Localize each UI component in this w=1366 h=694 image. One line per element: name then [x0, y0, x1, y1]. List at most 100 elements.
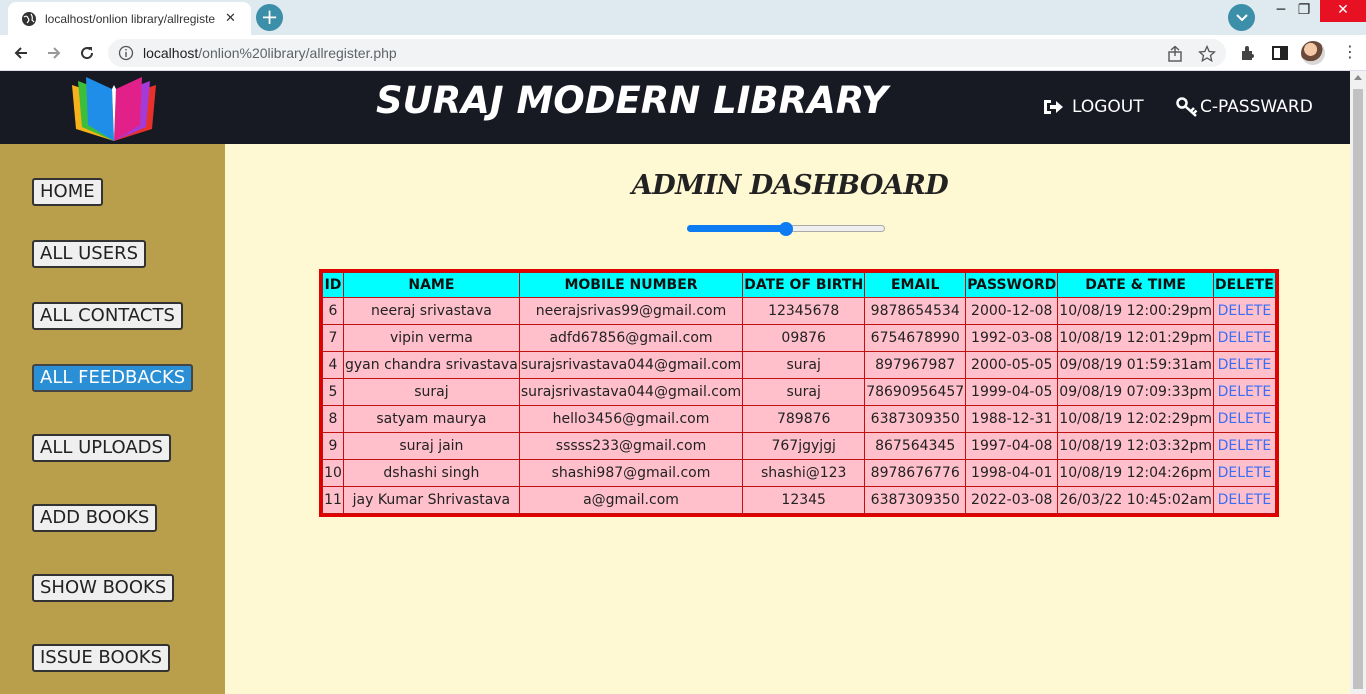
cell-password: 1998-04-01 — [965, 459, 1059, 487]
menu-icon[interactable]: ⋮ — [1342, 42, 1358, 61]
sidebar-item-home[interactable]: HOME — [32, 178, 103, 206]
table-row: 4 gyan chandra srivastava surajsrivastav… — [322, 351, 1276, 379]
cell-email: 6387309350 — [864, 405, 967, 433]
sidebar-item-all-feedbacks[interactable]: ALL FEEDBACKS — [32, 364, 194, 392]
cell-name: jay Kumar Shrivastava — [343, 486, 520, 514]
sidebar-item-all-users[interactable]: ALL USERS — [32, 240, 146, 268]
cell-email: 78690956457 — [864, 378, 967, 406]
main-content: ADMIN DASHBOARD ID NAME MOBILE NUMBER DA… — [225, 144, 1350, 694]
cell-name: gyan chandra srivastava — [343, 351, 520, 379]
reload-icon[interactable] — [74, 40, 100, 66]
cell-datetime: 26/03/22 10:45:02am — [1057, 486, 1215, 514]
key-icon — [1176, 97, 1198, 117]
delete-link[interactable]: DELETE — [1218, 357, 1272, 373]
cell-delete: DELETE — [1213, 459, 1276, 487]
cell-email: 867564345 — [864, 432, 967, 460]
cell-delete: DELETE — [1213, 297, 1276, 325]
avatar[interactable] — [1301, 41, 1325, 65]
delete-link[interactable]: DELETE — [1218, 384, 1272, 400]
star-icon[interactable] — [1198, 45, 1216, 63]
info-icon[interactable] — [118, 45, 134, 61]
scroll-up-icon[interactable] — [1354, 75, 1362, 80]
cell-id: 9 — [322, 432, 344, 460]
tab-title: localhost/onlion library/allregiste — [45, 11, 216, 26]
cell-datetime: 10/08/19 12:00:29pm — [1057, 297, 1215, 325]
cell-delete: DELETE — [1213, 378, 1276, 406]
slider-fill — [687, 225, 786, 232]
book-logo-icon — [72, 77, 156, 141]
forward-arrow-icon[interactable] — [41, 40, 67, 66]
cell-name: dshashi singh — [343, 459, 520, 487]
cell-delete: DELETE — [1213, 432, 1276, 460]
delete-link[interactable]: DELETE — [1218, 492, 1272, 508]
cell-id: 5 — [322, 378, 344, 406]
cell-dob: suraj — [742, 378, 866, 406]
cell-name: suraj jain — [343, 432, 520, 460]
column-header: DATE & TIME — [1057, 272, 1215, 298]
scrollbar-thumb[interactable] — [1353, 89, 1363, 689]
cell-password: 1999-04-05 — [965, 378, 1059, 406]
sidebar-item-all-uploads[interactable]: ALL UPLOADS — [32, 434, 171, 462]
cell-dob: shashi@123 — [742, 459, 866, 487]
cell-datetime: 10/08/19 12:04:26pm — [1057, 459, 1215, 487]
sidebar-item-all-contacts[interactable]: ALL CONTACTS — [32, 302, 183, 330]
column-header: PASSWORD — [965, 272, 1059, 298]
site-header: SURAJ MODERN LIBRARY LOGOUT C-PASSWARD — [0, 71, 1350, 144]
cell-email: 6754678990 — [864, 324, 967, 352]
vertical-scrollbar[interactable] — [1350, 71, 1366, 694]
page-title: ADMIN DASHBOARD — [631, 170, 949, 201]
delete-link[interactable]: DELETE — [1218, 465, 1272, 481]
new-tab-button[interactable]: + — [256, 4, 283, 31]
browser-tab[interactable]: localhost/onlion library/allregiste ✕ — [8, 2, 251, 35]
logout-link[interactable]: LOGOUT — [1042, 97, 1144, 117]
slider-thumb[interactable] — [779, 222, 793, 236]
sidebar-item-add-books[interactable]: ADD BOOKS — [32, 504, 158, 532]
browser-tabstrip: localhost/onlion library/allregiste ✕ + … — [0, 0, 1366, 35]
cell-mobile: a@gmail.com — [518, 486, 744, 514]
delete-link[interactable]: DELETE — [1218, 330, 1272, 346]
cell-dob: suraj — [742, 351, 866, 379]
column-header: EMAIL — [864, 272, 967, 298]
logout-label: LOGOUT — [1072, 97, 1144, 117]
delete-link[interactable]: DELETE — [1218, 411, 1272, 427]
site-title: SURAJ MODERN LIBRARY — [376, 79, 888, 122]
cell-password: 1992-03-08 — [965, 324, 1059, 352]
cell-dob: 767jgyjgj — [742, 432, 866, 460]
delete-link[interactable]: DELETE — [1218, 303, 1272, 319]
column-header: DELETE — [1213, 272, 1276, 298]
range-slider[interactable] — [687, 222, 887, 236]
change-password-link[interactable]: C-PASSWARD — [1176, 97, 1313, 117]
cell-id: 8 — [322, 405, 344, 433]
cell-mobile: neerajsrivas99@gmail.com — [518, 297, 744, 325]
share-icon[interactable] — [1166, 45, 1184, 63]
table-header-row: ID NAME MOBILE NUMBER DATE OF BIRTH EMAI… — [322, 272, 1276, 298]
cell-id: 6 — [322, 297, 344, 325]
cell-datetime: 10/08/19 12:01:29pm — [1057, 324, 1215, 352]
delete-link[interactable]: DELETE — [1218, 438, 1272, 454]
cell-mobile: surajsrivastava044@gmail.com — [518, 351, 744, 379]
extensions-icon[interactable] — [1238, 43, 1258, 63]
browser-toolbar: localhost/onlion%20library/allregister.p… — [0, 35, 1366, 71]
table-row: 11 jay Kumar Shrivastava a@gmail.com 123… — [322, 486, 1276, 514]
chevron-down-icon[interactable] — [1228, 4, 1255, 31]
window-close-button[interactable]: ✕ — [1320, 0, 1366, 22]
table-row: 7 vipin verma adfd67856@gmail.com 09876 … — [322, 324, 1276, 352]
cell-delete: DELETE — [1213, 351, 1276, 379]
sidepanel-icon[interactable] — [1270, 43, 1290, 63]
cell-name: satyam maurya — [343, 405, 520, 433]
sidebar: HOME ALL USERS ALL CONTACTS ALL FEEDBACK… — [0, 144, 225, 694]
address-bar[interactable]: localhost/onlion%20library/allregister.p… — [108, 39, 1226, 67]
column-header: MOBILE NUMBER — [518, 272, 744, 298]
cell-email: 6387309350 — [864, 486, 967, 514]
close-tab-icon[interactable]: ✕ — [225, 11, 236, 26]
cell-mobile: surajsrivastava044@gmail.com — [518, 378, 744, 406]
sidebar-item-issue-books[interactable]: ISSUE BOOKS — [32, 644, 171, 672]
back-arrow-icon[interactable] — [8, 40, 34, 66]
cell-id: 4 — [322, 351, 344, 379]
change-password-label: C-PASSWARD — [1200, 97, 1313, 117]
column-header: DATE OF BIRTH — [742, 272, 866, 298]
sidebar-item-show-books[interactable]: SHOW BOOKS — [32, 574, 175, 602]
globe-icon — [22, 11, 36, 26]
cell-password: 2022-03-08 — [965, 486, 1059, 514]
table-row: 10 dshashi singh shashi987@gmail.com sha… — [322, 459, 1276, 487]
